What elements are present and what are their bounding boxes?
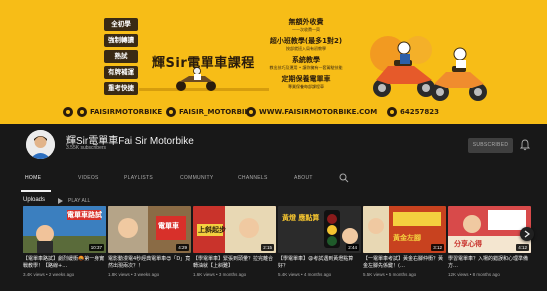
video-thumbnail[interactable]: 黃燈 應點算 2:44 (278, 206, 361, 253)
video-card[interactable]: 電單車路試 10:37 【電單車路試】劇烈緩衝🤬第一身實戰教學！【路線+… 3.… (23, 206, 106, 288)
video-meta: 1.6K views • 3 months ago (193, 272, 247, 277)
channel-avatar[interactable] (26, 130, 55, 159)
banner-tag: 全初學 (104, 18, 138, 31)
tab-about[interactable]: ABOUT (294, 164, 313, 192)
feature-subtitle: 按部就班入局有初教學 (286, 46, 326, 51)
feature-title: 定期保養電單車 (281, 75, 331, 83)
contact-label: FAISIRMOTORBIKE (90, 108, 163, 116)
avatar-image (26, 130, 55, 159)
video-meta: 3.4K views • 2 weeks ago (23, 272, 75, 277)
thumbnail-caption: 黃燈 應點算 (282, 214, 320, 222)
video-duration: 2:15 (261, 244, 274, 251)
instagram-icon (166, 107, 176, 117)
video-title[interactable]: 電影動漫電4秒經典電單車😍「D」竟然出現兩次？！ (108, 256, 191, 270)
tab-videos[interactable]: VIDEOS (78, 164, 99, 192)
tab-community[interactable]: COMMUNITY (180, 164, 214, 192)
video-thumbnail[interactable]: 電單車路試 10:37 (23, 206, 106, 253)
video-duration: 2:44 (346, 244, 359, 251)
uploads-title[interactable]: Uploads (23, 197, 45, 203)
contact-label: FAISIR_MOTORBIKE (179, 108, 255, 116)
feature-subtitle: 專業保養每部課程車 (288, 84, 324, 89)
channel-banner: 全初學 強制轉讀 熟試 有牌補運 重考快捷 輝Sir電單車課程 無額外收費 一一… (0, 0, 547, 124)
video-duration: 10:37 (88, 244, 104, 251)
video-card[interactable]: 分享心得 4:12 學習電單車？入場的錯誤和心理準備方… 12K views •… (448, 206, 531, 288)
video-duration: 4:29 (176, 244, 189, 251)
tab-playlists[interactable]: PLAYLISTS (124, 164, 153, 192)
video-title[interactable]: 【學電單車】緊張到頭暈？拉完離合轉油就【上斜難】 (193, 256, 276, 270)
banner-tag: 重考快捷 (104, 82, 138, 95)
video-card[interactable]: 黃燈 應點算 2:44 【學電單車】😩考試遇到黃燈點算好？ 5.4K views… (278, 206, 361, 288)
banner-tag: 有牌補運 (104, 66, 138, 79)
video-duration: 3:12 (431, 244, 444, 251)
feature-subtitle: 教出技巧及運用 • 讓你擁有一套駕駛技能 (269, 65, 343, 70)
video-thumbnail[interactable]: 上斜起步 2:15 (193, 206, 276, 253)
channel-tabs: HOME VIDEOS PLAYLISTS COMMUNITY CHANNELS… (0, 164, 547, 192)
feature-item: 系統教學 教出技巧及運用 • 讓你擁有一套駕駛技能 (268, 56, 344, 70)
feature-item: 無額外收費 一一次收費一齊 (268, 18, 344, 32)
motorbike-rider-illustration (139, 67, 269, 91)
thumbnail-caption: 電單車路試 (67, 211, 102, 219)
banner-tag: 強制轉讀 (104, 34, 138, 47)
play-all-button[interactable]: PLAY ALL (58, 196, 90, 205)
globe-icon (246, 107, 256, 117)
video-thumbnail[interactable]: 黃金左腳 3:12 (363, 206, 446, 253)
feature-subtitle: 一一次收費一齊 (292, 27, 320, 32)
banner-contact-youtube (63, 105, 76, 119)
carousel-next-button[interactable] (520, 227, 534, 241)
video-meta: 1.8K views • 3 weeks ago (108, 272, 160, 277)
whatsapp-icon (387, 107, 397, 117)
banner-contact-website: WWW.FAISIRMOTORBIKE.COM (246, 105, 377, 119)
tab-channels[interactable]: CHANNELS (238, 164, 268, 192)
thumbnail-caption: 上斜起步 (198, 226, 226, 234)
play-icon (58, 197, 63, 204)
uploads-section: Uploads PLAY ALL 電單車路試 10:37 【電單車路試】劇烈緩衝… (0, 192, 547, 291)
video-title[interactable]: 【學電單車】😩考試遇到黃燈點算好？ (278, 256, 361, 270)
video-duration: 4:12 (516, 244, 529, 251)
video-thumbnail[interactable]: 分享心得 4:12 (448, 206, 531, 253)
feature-title: 無額外收費 (288, 18, 324, 26)
video-title[interactable]: 【一電單車考試】黃金右腳仲衝？黃金左腳先係鍵！(… (363, 256, 446, 270)
video-meta: 5.4K views • 4 months ago (278, 272, 332, 277)
motorbikes-illustration (370, 36, 487, 101)
video-meta: 5.5K views • 5 months ago (363, 272, 417, 277)
feature-title: 超小班教學(最多1對2) (269, 37, 343, 45)
feature-title: 系統教學 (292, 56, 320, 64)
banner-contact-whatsapp: 64257823 (387, 105, 439, 119)
banner-contact-facebook: FAISIRMOTORBIKE (77, 105, 162, 119)
banner-tag-list: 全初學 強制轉讀 熟試 有牌補運 重考快捷 (104, 18, 138, 98)
banner-features: 無額外收費 一一次收費一齊 超小班教學(最多1對2) 按部就班入局有初教學 系統… (268, 18, 344, 94)
video-meta: 12K views • 8 months ago (448, 272, 500, 277)
contact-label: WWW.FAISIRMOTORBIKE.COM (259, 108, 378, 116)
youtube-icon (63, 107, 73, 117)
subscribed-button[interactable]: SUBSCRIBED (468, 138, 513, 153)
video-thumbnail[interactable]: 電單車 4:29 (108, 206, 191, 253)
notification-bell-icon[interactable] (520, 139, 530, 151)
search-icon[interactable] (339, 173, 349, 183)
facebook-icon (77, 107, 87, 117)
chevron-right-icon (524, 230, 530, 238)
video-title[interactable]: 【電單車路試】劇烈緩衝🤬第一身實戰教學！【路線+… (23, 256, 106, 270)
thumbnail-caption: 電單車 (158, 222, 179, 230)
play-all-label: PLAY ALL (68, 197, 91, 204)
thumbnail-caption: 分享心得 (454, 240, 482, 248)
feature-item: 超小班教學(最多1對2) 按部就班入局有初教學 (268, 37, 344, 51)
video-card[interactable]: 電單車 4:29 電影動漫電4秒經典電單車😍「D」竟然出現兩次？！ 1.8K v… (108, 206, 191, 288)
thumbnail-caption: 黃金左腳 (393, 234, 421, 242)
contact-label: 64257823 (400, 108, 439, 116)
banner-contact-instagram: FAISIR_MOTORBIKE (166, 105, 255, 119)
channel-header: 輝Sir電單車Fai Sir Motorbike 3.55K subscribe… (0, 124, 547, 192)
feature-item: 定期保養電單車 專業保養每部課程車 (268, 75, 344, 89)
tab-home[interactable]: HOME (25, 164, 41, 192)
video-card[interactable]: 上斜起步 2:15 【學電單車】緊張到頭暈？拉完離合轉油就【上斜難】 1.6K … (193, 206, 276, 288)
subscriber-count: 3.55K subscribers (66, 145, 107, 151)
banner-tag: 熟試 (104, 50, 138, 63)
video-title[interactable]: 學習電單車？入場的錯誤和心理準備方… (448, 256, 531, 270)
video-card[interactable]: 黃金左腳 3:12 【一電單車考試】黃金右腳仲衝？黃金左腳先係鍵！(… 5.5K… (363, 206, 446, 288)
